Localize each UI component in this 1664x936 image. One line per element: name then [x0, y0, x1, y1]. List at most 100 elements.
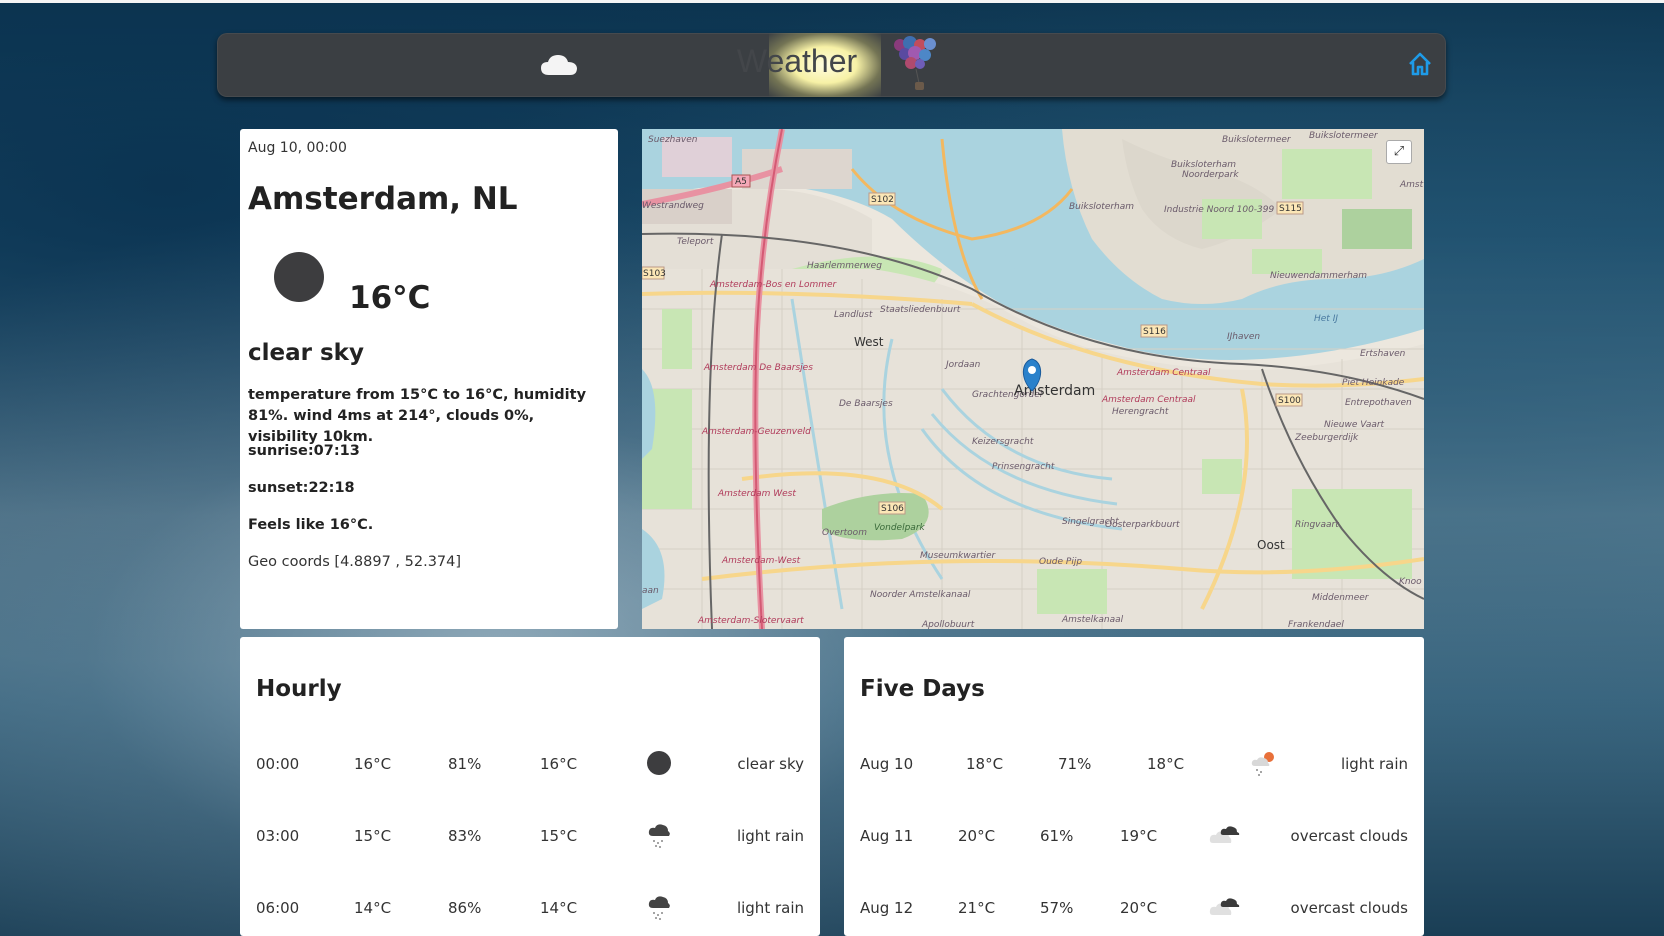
day-temp: 21°C: [958, 899, 996, 917]
map-label: IJhaven: [1227, 332, 1260, 342]
map-label: Nieuwe Vaart: [1324, 420, 1385, 430]
map-label: Singelgracht: [1062, 517, 1119, 527]
map-label: Amsterdam Centraal: [1101, 395, 1196, 405]
table-row: Aug 10 18°C 71% 18°C light rain: [844, 745, 1424, 785]
map-label: Amstelkanaal: [1061, 615, 1124, 625]
day-feels: 18°C: [1147, 755, 1185, 773]
hour-temp: 15°C: [354, 827, 392, 845]
map-label: Oude Pijp: [1039, 557, 1082, 567]
overcast-clouds-icon: [1209, 821, 1245, 851]
hour-humidity: 86%: [448, 899, 482, 917]
hour-humidity: 83%: [448, 827, 482, 845]
weather-details: temperature from 15°C to 16°C, humidity …: [248, 387, 587, 445]
hour-feels: 14°C: [540, 899, 578, 917]
map-label: Amsterdam Centraal: [1116, 368, 1211, 378]
table-row: 06:00 14°C 86% 14°C light rain: [240, 889, 820, 929]
hour-desc: clear sky: [737, 755, 804, 773]
map-label: Amsterdam-Geuzenveld: [701, 427, 811, 437]
hour-time: 06:00: [256, 899, 300, 917]
hourly-title: Hourly: [256, 676, 342, 702]
map-label: Overtoom: [822, 528, 867, 538]
hourly-forecast-card: Hourly 00:00 16°C 81% 16°C clear sky 03:…: [240, 637, 820, 936]
day-date: Aug 12: [860, 899, 914, 917]
map-label: Frankendael: [1288, 620, 1344, 629]
map-label: Buiksloterham: [1171, 160, 1236, 170]
map-label: Prinsengracht: [992, 462, 1055, 472]
hour-feels: 15°C: [540, 827, 578, 845]
map-label: S106: [881, 504, 904, 514]
map-label: Amsterdam De Baarsjes: [703, 363, 813, 373]
day-date: Aug 10: [860, 755, 914, 773]
map-label: Entrepothaven: [1345, 398, 1412, 408]
rain-icon: [645, 821, 673, 855]
day-desc: overcast clouds: [1290, 827, 1408, 845]
hour-temp: 16°C: [354, 755, 392, 773]
balloon-cluster-icon: [894, 36, 936, 90]
map-label: Oost: [1257, 538, 1285, 552]
map-label: Herengracht: [1112, 407, 1169, 417]
map-label: Industrie Noord 100-399: [1164, 205, 1274, 215]
map-label: S115: [1279, 204, 1302, 214]
sunset-time: sunset:22:18: [248, 480, 355, 496]
map-label: Keizersgracht: [972, 437, 1034, 447]
city-name: Amsterdam, NL: [248, 181, 518, 217]
map-label: Suezhaven: [648, 135, 698, 145]
fullscreen-button[interactable]: ⤢: [1386, 140, 1412, 164]
home-icon[interactable]: [1407, 51, 1433, 77]
sun-rain-icon: [1249, 749, 1279, 783]
map-label: Buiksloterham: [1069, 202, 1134, 212]
day-desc: overcast clouds: [1290, 899, 1408, 917]
map-label: Het IJ: [1314, 314, 1338, 324]
geo-coords: Geo coords [4.8897 , 52.374]: [248, 554, 462, 570]
map-label: Amsterdam-Bos en Lommer: [709, 280, 838, 290]
cloud-icon: [541, 55, 577, 75]
top-strip: [0, 0, 1664, 3]
current-weather-card: Aug 10, 00:00 Amsterdam, NL 16°C clear s…: [240, 129, 618, 629]
map-label: Knoo: [1399, 577, 1422, 587]
map-label: S116: [1143, 327, 1166, 337]
day-temp: 20°C: [958, 827, 996, 845]
sunrise-time: sunrise:07:13: [248, 443, 360, 459]
day-date: Aug 11: [860, 827, 914, 845]
weather-description: clear sky: [248, 340, 364, 366]
map-label: Noorder Amstelkanaal: [870, 590, 971, 600]
map-label: aan: [642, 586, 659, 596]
day-humidity: 57%: [1040, 899, 1074, 917]
table-row: Aug 12 21°C 57% 20°C overcast clouds: [844, 889, 1424, 929]
hour-temp: 14°C: [354, 899, 392, 917]
feels-like: Feels like 16°C.: [248, 517, 374, 533]
map-label: Noorderpark: [1182, 170, 1239, 180]
table-row: Aug 11 20°C 61% 19°C overcast clouds: [844, 817, 1424, 857]
hour-feels: 16°C: [540, 755, 578, 773]
map-label: Buikslotermeer: [1309, 131, 1379, 141]
overcast-clouds-icon: [1209, 893, 1245, 923]
map-label: West: [854, 335, 884, 349]
five-days-title: Five Days: [860, 676, 985, 702]
day-humidity: 71%: [1058, 755, 1092, 773]
hour-time: 03:00: [256, 827, 300, 845]
hour-desc: light rain: [736, 827, 804, 845]
map-label: Apollobuurt: [921, 620, 975, 629]
map-label: Vondelpark: [874, 523, 926, 533]
map-label: Middenmeer: [1312, 593, 1370, 603]
map-label: Amsterdam: [1014, 383, 1095, 399]
day-humidity: 61%: [1040, 827, 1074, 845]
map-label: Amsterdam-West: [721, 556, 801, 566]
table-row: 00:00 16°C 81% 16°C clear sky: [240, 745, 820, 785]
map-label: Zeeburgerdijk: [1294, 433, 1359, 443]
hour-time: 00:00: [256, 755, 300, 773]
city-map[interactable]: A5 S102 S103 S116 S115 S100 S106 Suezhav…: [642, 129, 1424, 629]
day-temp: 18°C: [966, 755, 1004, 773]
map-label: Amsterdam West: [717, 489, 796, 499]
map-label: Staatsliedenbuurt: [880, 305, 961, 315]
current-temp: 16°C: [349, 280, 431, 316]
day-feels: 20°C: [1120, 899, 1158, 917]
map-label: S100: [1278, 396, 1301, 406]
map-label: Westrandweg: [642, 201, 704, 211]
map-label: Buikslotermeer: [1222, 135, 1292, 145]
map-label: Amst: [1399, 180, 1424, 190]
map-label: A5: [735, 177, 747, 187]
app-title: Weather: [736, 43, 858, 79]
hour-desc: light rain: [736, 899, 804, 917]
map-label: Landlust: [834, 310, 873, 320]
